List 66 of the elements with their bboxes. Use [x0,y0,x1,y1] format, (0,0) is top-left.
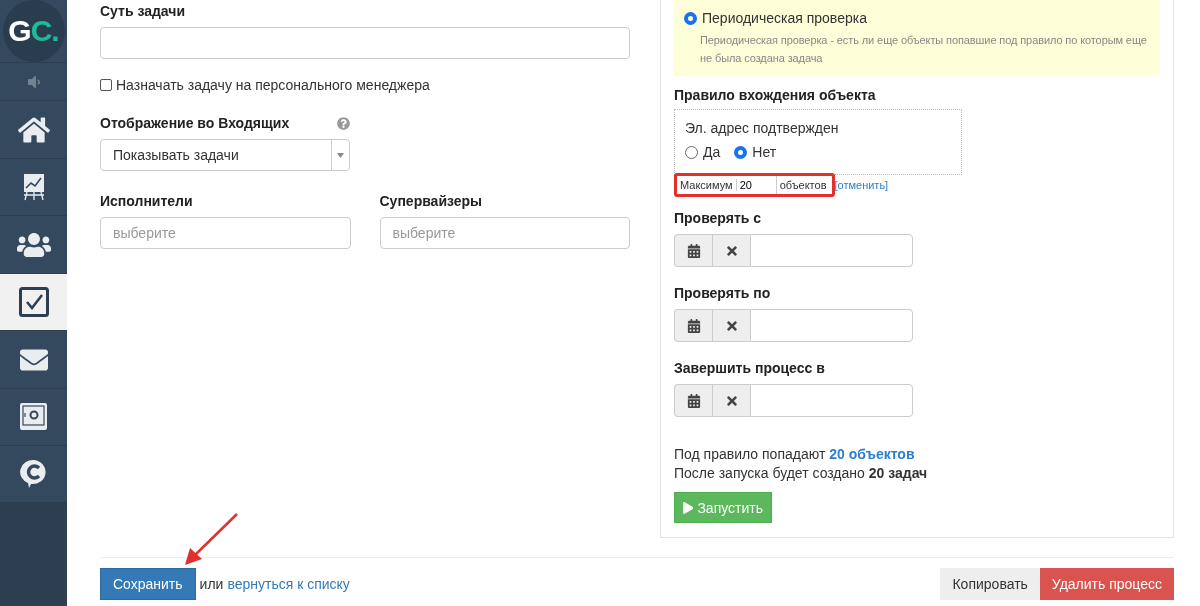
back-link[interactable]: вернуться к списку [227,576,350,592]
clear-button[interactable] [712,384,750,418]
or-text: или [199,576,224,592]
close-icon [724,318,739,333]
run-button[interactable]: Запустить [674,492,772,523]
copy-button[interactable]: Копировать [940,568,1040,600]
field-label: Суть задачи [100,3,187,19]
radio-label: Да [703,144,721,160]
radio-label: Нет [752,144,777,160]
play-icon [683,501,694,514]
save-button[interactable]: Сохранить [100,568,196,600]
field-label: Супервайзеры [379,193,484,209]
close-icon [724,243,739,258]
speaker-icon [25,73,42,90]
select-field[interactable]: выберите [100,217,351,249]
date-field[interactable] [750,384,913,418]
condition-label: Эл. адрес подтвержден [685,120,840,136]
annotation-arrow [182,512,240,568]
field-label: Проверять с [674,210,763,227]
inbox-display-select[interactable]: Показывать задачи [100,139,350,171]
field-label: Проверять по [674,285,772,302]
cancel-link[interactable]: [отменить] [834,178,889,191]
sidebar-item[interactable] [0,445,67,502]
sidebar-item[interactable] [0,388,67,445]
clear-button[interactable] [712,309,750,343]
calendar-icon [686,243,701,258]
radio-button[interactable] [685,145,698,159]
task-essence-field[interactable] [100,27,630,59]
field-label: Исполнители [100,193,194,209]
clear-button[interactable] [712,234,750,268]
radio-label: Периодическая проверка [702,10,867,26]
calendar-button[interactable] [674,384,712,418]
help-icon[interactable] [337,116,350,130]
objects-link[interactable]: 20 объектов [829,446,915,463]
select-field[interactable]: выберите [379,217,630,249]
chat-bubble-icon [19,459,48,489]
close-icon [724,393,739,408]
delete-button[interactable]: Удалить процесс [1039,568,1174,600]
logo[interactable]: GC. [2,0,65,62]
calendar-button[interactable] [674,234,712,268]
calendar-button[interactable] [674,309,712,343]
sidebar-item[interactable] [0,100,67,158]
date-field[interactable] [750,234,913,268]
checkbox-label: Назначать задачу на персонального менеджера [116,77,430,93]
checkbox-icon [18,287,49,317]
objects-label: объектов [778,178,828,191]
field-label: Завершить процесс в [674,360,826,377]
field-label: Отображение во Входящих [100,115,290,131]
date-field[interactable] [750,309,913,343]
sidebar-item[interactable] [0,215,67,273]
chart-board-icon [22,173,45,201]
radio-button[interactable] [734,145,748,159]
sidebar-item[interactable] [0,158,67,215]
safe-icon [19,402,48,432]
checkbox[interactable] [100,79,112,91]
calendar-icon [686,318,701,333]
description-text: Периодическая проверка - есть ли еще объекты попавшие под правило по которым еще не была создана задача [699,33,1148,66]
section-title: Правило вхождения объекта [674,87,877,103]
summary-text: Под правило попадают [674,446,827,463]
radio-button[interactable] [684,11,697,25]
summary-text: После запуска будет создано 20 задач [674,464,929,484]
maximum-label: Максимум [677,178,737,191]
caret-icon [337,152,344,158]
sidebar-item[interactable] [0,330,67,388]
sidebar-item[interactable] [0,273,67,330]
calendar-icon [686,393,701,408]
